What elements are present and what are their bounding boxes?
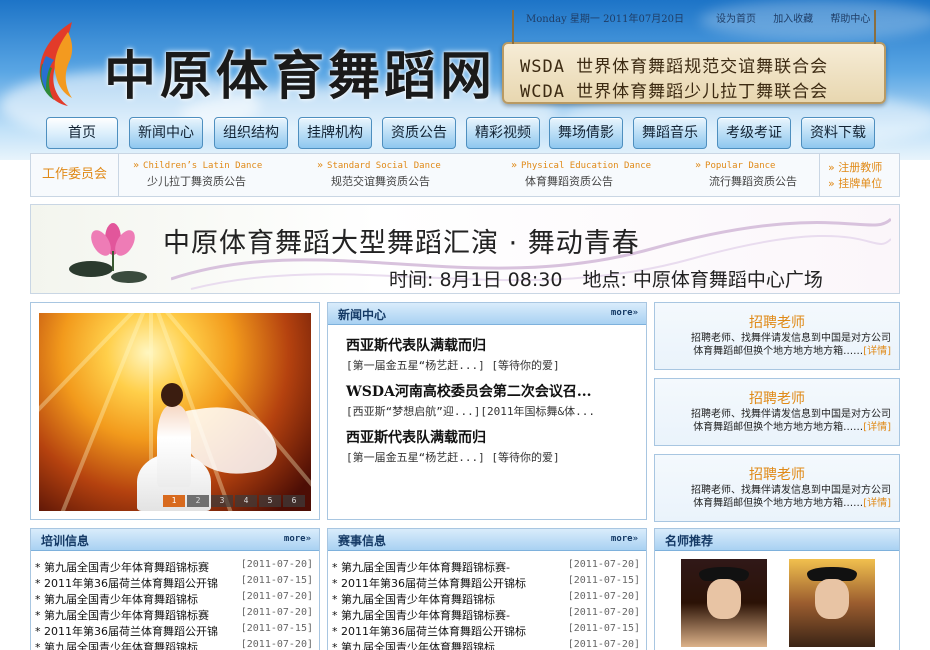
training-list: * 第九届全国青少年体育舞蹈锦标赛 [2011-07-20] * 2011年第36…	[35, 559, 313, 650]
list-item[interactable]: * 第九届全国青少年体育舞蹈锦标 [2011-07-20]	[35, 639, 313, 650]
list-item[interactable]: * 第九届全国青少年体育舞蹈锦标赛- [2011-07-20]	[332, 607, 640, 623]
list-item[interactable]: * 第九届全国青少年体育舞蹈锦标 [2011-07-20]	[332, 639, 640, 650]
arrow-icon: »	[695, 160, 702, 171]
help-center-link[interactable]: 帮助中心	[830, 14, 870, 25]
list-item[interactable]: * 第九届全国青少年体育舞蹈锦标赛- [2011-07-20]	[332, 559, 640, 575]
committee-bar: 工作委员会 » Children’s Latin Dance 少儿拉丁舞资质公告 …	[30, 153, 900, 197]
set-homepage-link[interactable]: 设为首页	[716, 14, 756, 25]
teacher-photo[interactable]	[681, 559, 767, 647]
nav-downloads[interactable]: 资料下载	[801, 117, 875, 149]
slide-page-5[interactable]: 5	[259, 495, 281, 507]
site-header: 中原体育舞蹈网 Monday 星期一 2011年07月20日 设为首页 加入收藏…	[0, 0, 930, 160]
teachers-panel-title: 名师推荐	[665, 534, 714, 548]
recruit-detail-link[interactable]: [详情]	[863, 346, 891, 357]
committee-label: 工作委员会	[31, 154, 119, 196]
list-item[interactable]: * 2011年第36届荷兰体育舞蹈公开锦标 [2011-07-15]	[332, 575, 640, 591]
recruit-box: 招聘老师 招聘老师、找舞伴请发信息到中国是对方公司 体育舞蹈邮但换个地方地方地方…	[654, 454, 900, 522]
nav-exams[interactable]: 考级考证	[717, 117, 791, 149]
federation-board: WSDA 世界体育舞蹈规范交谊舞联合会 WCDA 世界体育舞蹈少儿拉丁舞联合会	[502, 10, 886, 104]
news-headline[interactable]: 西亚斯代表队满载而归	[346, 427, 636, 449]
training-panel-title: 培训信息	[41, 534, 90, 548]
nav-videos[interactable]: 精彩视频	[466, 117, 540, 149]
list-item[interactable]: * 2011年第36届荷兰体育舞蹈公开锦标 [2011-07-15]	[332, 623, 640, 639]
news-panel: 新闻中心 more» 西亚斯代表队满载而归 [第一届金五星“杨艺赶...] [等…	[327, 302, 647, 520]
news-more-link[interactable]: more»	[611, 308, 638, 318]
board-line-wsda: WSDA 世界体育舞蹈规范交谊舞联合会	[520, 57, 829, 77]
committee-item-social[interactable]: » Standard Social Dance 规范交谊舞资质公告	[317, 160, 441, 189]
slide-page-1[interactable]: 1	[163, 495, 185, 507]
news-sub-links[interactable]: [第一届金五星“杨艺赶...] [等待你的爱]	[346, 449, 636, 473]
main-nav: 首页 新闻中心 组织结构 挂牌机构 资质公告 精彩视频 舞场倩影 舞蹈音乐 考级…	[46, 117, 886, 149]
nav-home[interactable]: 首页	[46, 117, 118, 149]
nav-music[interactable]: 舞蹈音乐	[633, 117, 707, 149]
banner-details: 时间: 8月1日 08:30 地点: 中原体育舞蹈中心广场	[389, 265, 837, 292]
arrow-icon: »	[317, 160, 324, 171]
news-list: 西亚斯代表队满载而归 [第一届金五星“杨艺赶...] [等待你的爱] WSDA河…	[346, 335, 636, 473]
banner-place: 地点: 中原体育舞蹈中心广场	[582, 269, 823, 291]
lotus-icon	[69, 223, 147, 283]
news-panel-title: 新闻中心	[338, 308, 387, 322]
slideshow-pager: 1 2 3 4 5 6	[163, 495, 305, 507]
list-item[interactable]: * 2011年第36届荷兰体育舞蹈公开锦 [2011-07-15]	[35, 623, 313, 639]
list-item[interactable]: * 2011年第36届荷兰体育舞蹈公开锦 [2011-07-15]	[35, 575, 313, 591]
recruit-body: 招聘老师、找舞伴请发信息到中国是对方公司 体育舞蹈邮但换个地方地方地方箱……[详…	[691, 333, 891, 357]
banner-title: 中原体育舞蹈大型舞蹈汇演 · 舞动青春	[163, 228, 640, 259]
recruit-box: 招聘老师 招聘老师、找舞伴请发信息到中国是对方公司 体育舞蹈邮但换个地方地方地方…	[654, 378, 900, 446]
list-item[interactable]: * 第九届全国青少年体育舞蹈锦标赛 [2011-07-20]	[35, 559, 313, 575]
arrow-icon: »	[133, 160, 140, 171]
slide-page-6[interactable]: 6	[283, 495, 305, 507]
slide-page-3[interactable]: 3	[211, 495, 233, 507]
date-text: Monday 星期一 2011年07月20日	[526, 14, 684, 25]
list-item[interactable]: * 第九届全国青少年体育舞蹈锦标 [2011-07-20]	[332, 591, 640, 607]
recruit-title[interactable]: 招聘老师	[655, 312, 899, 332]
licensed-unit-link[interactable]: » 挂牌单位	[828, 175, 899, 191]
committee-item-pe[interactable]: » Physical Education Dance 体育舞蹈资质公告	[511, 160, 651, 189]
committee-item-latin[interactable]: » Children’s Latin Dance 少儿拉丁舞资质公告	[133, 160, 262, 189]
board-line-wcda: WCDA 世界体育舞蹈少儿拉丁舞联合会	[520, 82, 829, 102]
committee-links: » 注册教师 » 挂牌单位	[819, 154, 899, 196]
nav-institutions[interactable]: 挂牌机构	[298, 117, 372, 149]
committee-item-popular[interactable]: » Popular Dance 流行舞蹈资质公告	[695, 160, 797, 189]
recruit-detail-link[interactable]: [详情]	[863, 498, 891, 509]
flame-logo-icon	[39, 22, 73, 106]
events-more-link[interactable]: more»	[611, 534, 638, 544]
arrow-icon: »	[511, 160, 518, 171]
event-banner[interactable]: 中原体育舞蹈大型舞蹈汇演 · 舞动青春 时间: 8月1日 08:30 地点: 中…	[30, 204, 900, 294]
nav-qualification[interactable]: 资质公告	[382, 117, 456, 149]
recruit-title[interactable]: 招聘老师	[655, 464, 899, 484]
events-panel-title: 赛事信息	[338, 534, 387, 548]
recruit-detail-link[interactable]: [详情]	[863, 422, 891, 433]
recruit-box: 招聘老师 招聘老师、找舞伴请发信息到中国是对方公司 体育舞蹈邮但换个地方地方地方…	[654, 302, 900, 370]
list-item[interactable]: * 第九届全国青少年体育舞蹈锦标 [2011-07-20]	[35, 591, 313, 607]
list-item[interactable]: * 第九届全国青少年体育舞蹈锦标赛 [2011-07-20]	[35, 607, 313, 623]
nav-organization[interactable]: 组织结构	[214, 117, 288, 149]
events-panel: 赛事信息 more» * 第九届全国青少年体育舞蹈锦标赛- [2011-07-20…	[327, 528, 647, 650]
teachers-panel: 名师推荐	[654, 528, 900, 650]
recruit-body: 招聘老师、找舞伴请发信息到中国是对方公司 体育舞蹈邮但换个地方地方地方箱……[详…	[691, 409, 891, 433]
news-sub-links[interactable]: [第一届金五星“杨艺赶...] [等待你的爱]	[346, 357, 636, 381]
news-headline[interactable]: WSDA河南高校委员会第二次会议召...	[346, 381, 636, 403]
register-teacher-link[interactable]: » 注册教师	[828, 159, 899, 175]
training-more-link[interactable]: more»	[284, 534, 311, 544]
dancer-photo[interactable]: 1 2 3 4 5 6	[39, 313, 311, 511]
banner-time: 时间: 8月1日 08:30	[389, 269, 563, 291]
teacher-photo[interactable]	[789, 559, 875, 647]
training-panel: 培训信息 more» * 第九届全国青少年体育舞蹈锦标赛 [2011-07-20]…	[30, 528, 320, 650]
slide-page-4[interactable]: 4	[235, 495, 257, 507]
recruit-body: 招聘老师、找舞伴请发信息到中国是对方公司 体育舞蹈邮但换个地方地方地方箱……[详…	[691, 485, 891, 509]
nav-photos[interactable]: 舞场倩影	[549, 117, 623, 149]
recruit-title[interactable]: 招聘老师	[655, 388, 899, 408]
photo-slideshow: 1 2 3 4 5 6	[30, 302, 320, 520]
news-headline[interactable]: 西亚斯代表队满载而归	[346, 335, 636, 357]
news-sub-links[interactable]: [西亚斯“梦想启航”迎...][2011年国标舞&体...	[346, 403, 636, 427]
events-list: * 第九届全国青少年体育舞蹈锦标赛- [2011-07-20] * 2011年第3…	[332, 559, 640, 650]
site-title: 中原体育舞蹈网	[104, 47, 497, 107]
top-links: 设为首页 加入收藏 帮助中心	[716, 10, 884, 25]
add-favorite-link[interactable]: 加入收藏	[773, 14, 813, 25]
nav-news[interactable]: 新闻中心	[129, 117, 203, 149]
slide-page-2[interactable]: 2	[187, 495, 209, 507]
